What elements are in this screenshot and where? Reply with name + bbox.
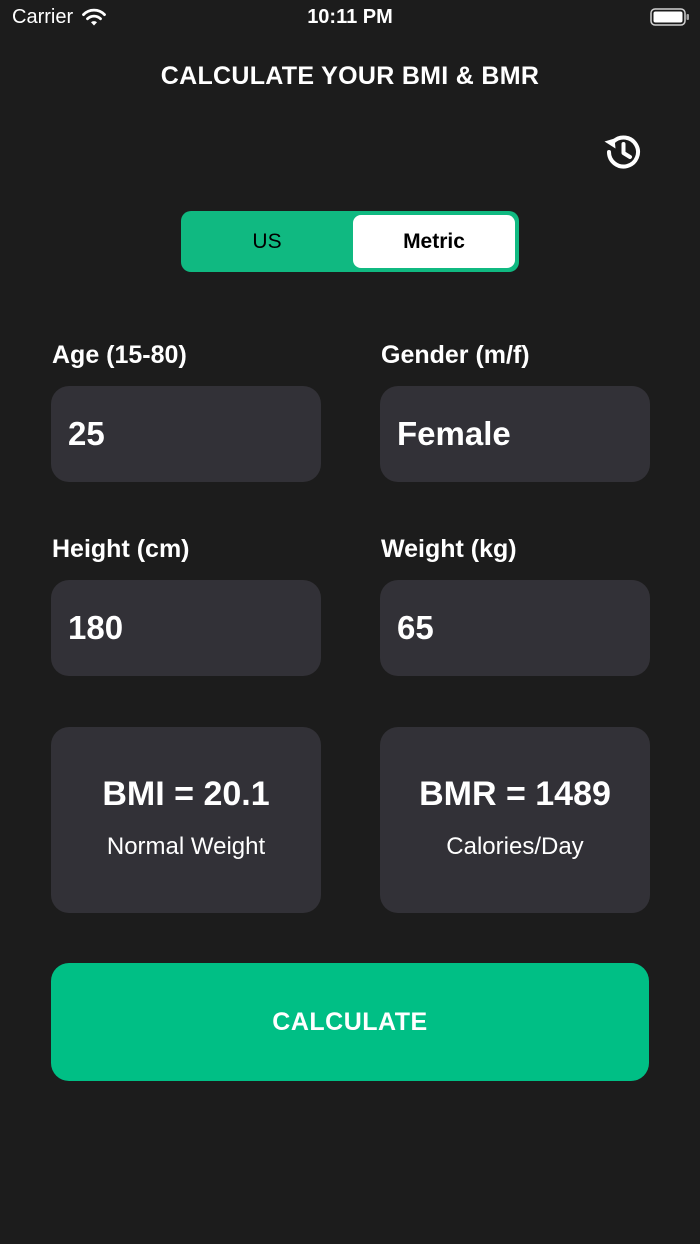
bmi-result-card: BMI = 20.1 Normal Weight [51, 727, 321, 913]
unit-segmented-control: US Metric [181, 211, 519, 272]
status-time: 10:11 PM [307, 6, 393, 28]
bmi-category: Normal Weight [106, 833, 266, 860]
bmi-value: BMI = 20.1 [102, 775, 270, 813]
unit-option-us[interactable]: US [185, 215, 349, 268]
weight-field[interactable]: 65 [380, 580, 650, 676]
height-label: Height (cm) [52, 535, 190, 563]
bmr-result-card: BMR = 1489 Calories/Day [380, 727, 650, 913]
age-field[interactable]: 25 [51, 386, 321, 482]
history-icon[interactable] [600, 129, 646, 175]
battery-icon [650, 8, 689, 26]
age-label: Age (15-80) [52, 341, 187, 369]
bmr-unit: Calories/Day [446, 833, 584, 860]
gender-field[interactable]: Female [380, 386, 650, 482]
height-field[interactable]: 180 [51, 580, 321, 676]
bmr-value: BMR = 1489 [419, 775, 611, 813]
unit-option-metric[interactable]: Metric [353, 215, 515, 268]
page-title: CALCULATE YOUR BMI & BMR [160, 62, 540, 90]
weight-label: Weight (kg) [381, 535, 517, 563]
calculate-button[interactable]: CALCULATE [51, 963, 649, 1081]
gender-label: Gender (m/f) [381, 341, 530, 369]
